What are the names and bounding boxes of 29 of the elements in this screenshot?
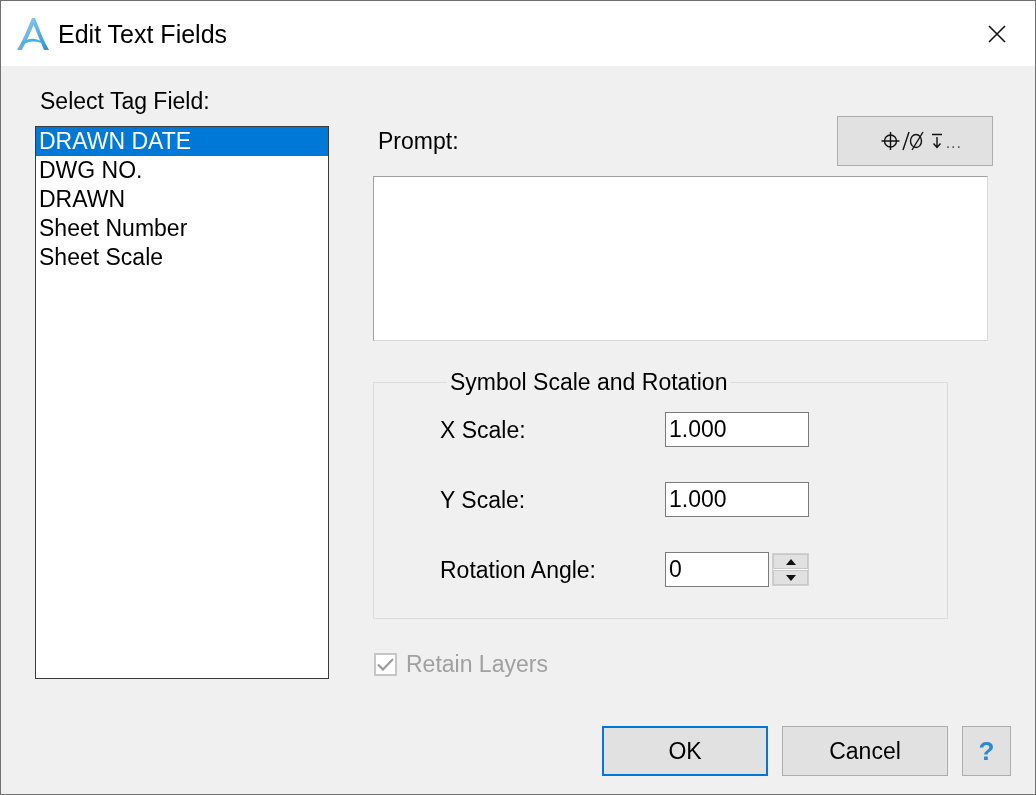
field-label: Rotation Angle:	[440, 556, 596, 583]
close-icon	[988, 24, 1006, 43]
spin-down-button[interactable]	[773, 570, 808, 585]
list-item[interactable]: DWG NO.	[36, 156, 328, 185]
number-field[interactable]: 1.000	[665, 482, 809, 517]
cancel-button[interactable]: Cancel	[782, 726, 948, 776]
checkbox-label: Retain Layers	[406, 651, 548, 677]
field-label: Y Scale:	[440, 486, 526, 513]
symbol-glyphs-icon	[880, 131, 944, 151]
list-item[interactable]: DRAWN DATE	[36, 127, 328, 156]
field-label: X Scale:	[440, 416, 526, 443]
list-label: Select Tag Field:	[40, 88, 210, 114]
number-field[interactable]: 0	[665, 552, 769, 587]
group-title: Symbol Scale and Rotation	[449, 370, 729, 394]
check-icon	[377, 657, 394, 671]
spin-up-button[interactable]	[773, 554, 808, 569]
prompt-label: Prompt:	[378, 128, 459, 154]
list-item[interactable]: DRAWN	[36, 185, 328, 214]
list-item[interactable]: Sheet Scale	[36, 243, 328, 272]
app-logo-icon	[15, 15, 51, 52]
list-item[interactable]: Sheet Number	[36, 214, 328, 243]
number-field[interactable]: 1.000	[665, 412, 809, 447]
window-title: Edit Text Fields	[58, 18, 228, 49]
ok-button[interactable]: OK	[602, 726, 768, 776]
up-triangle-icon	[785, 558, 796, 565]
down-triangle-icon	[785, 574, 796, 581]
prompt-field[interactable]	[373, 176, 988, 341]
close-button[interactable]	[988, 24, 1006, 43]
symbol-button[interactable]: ...	[837, 116, 993, 166]
